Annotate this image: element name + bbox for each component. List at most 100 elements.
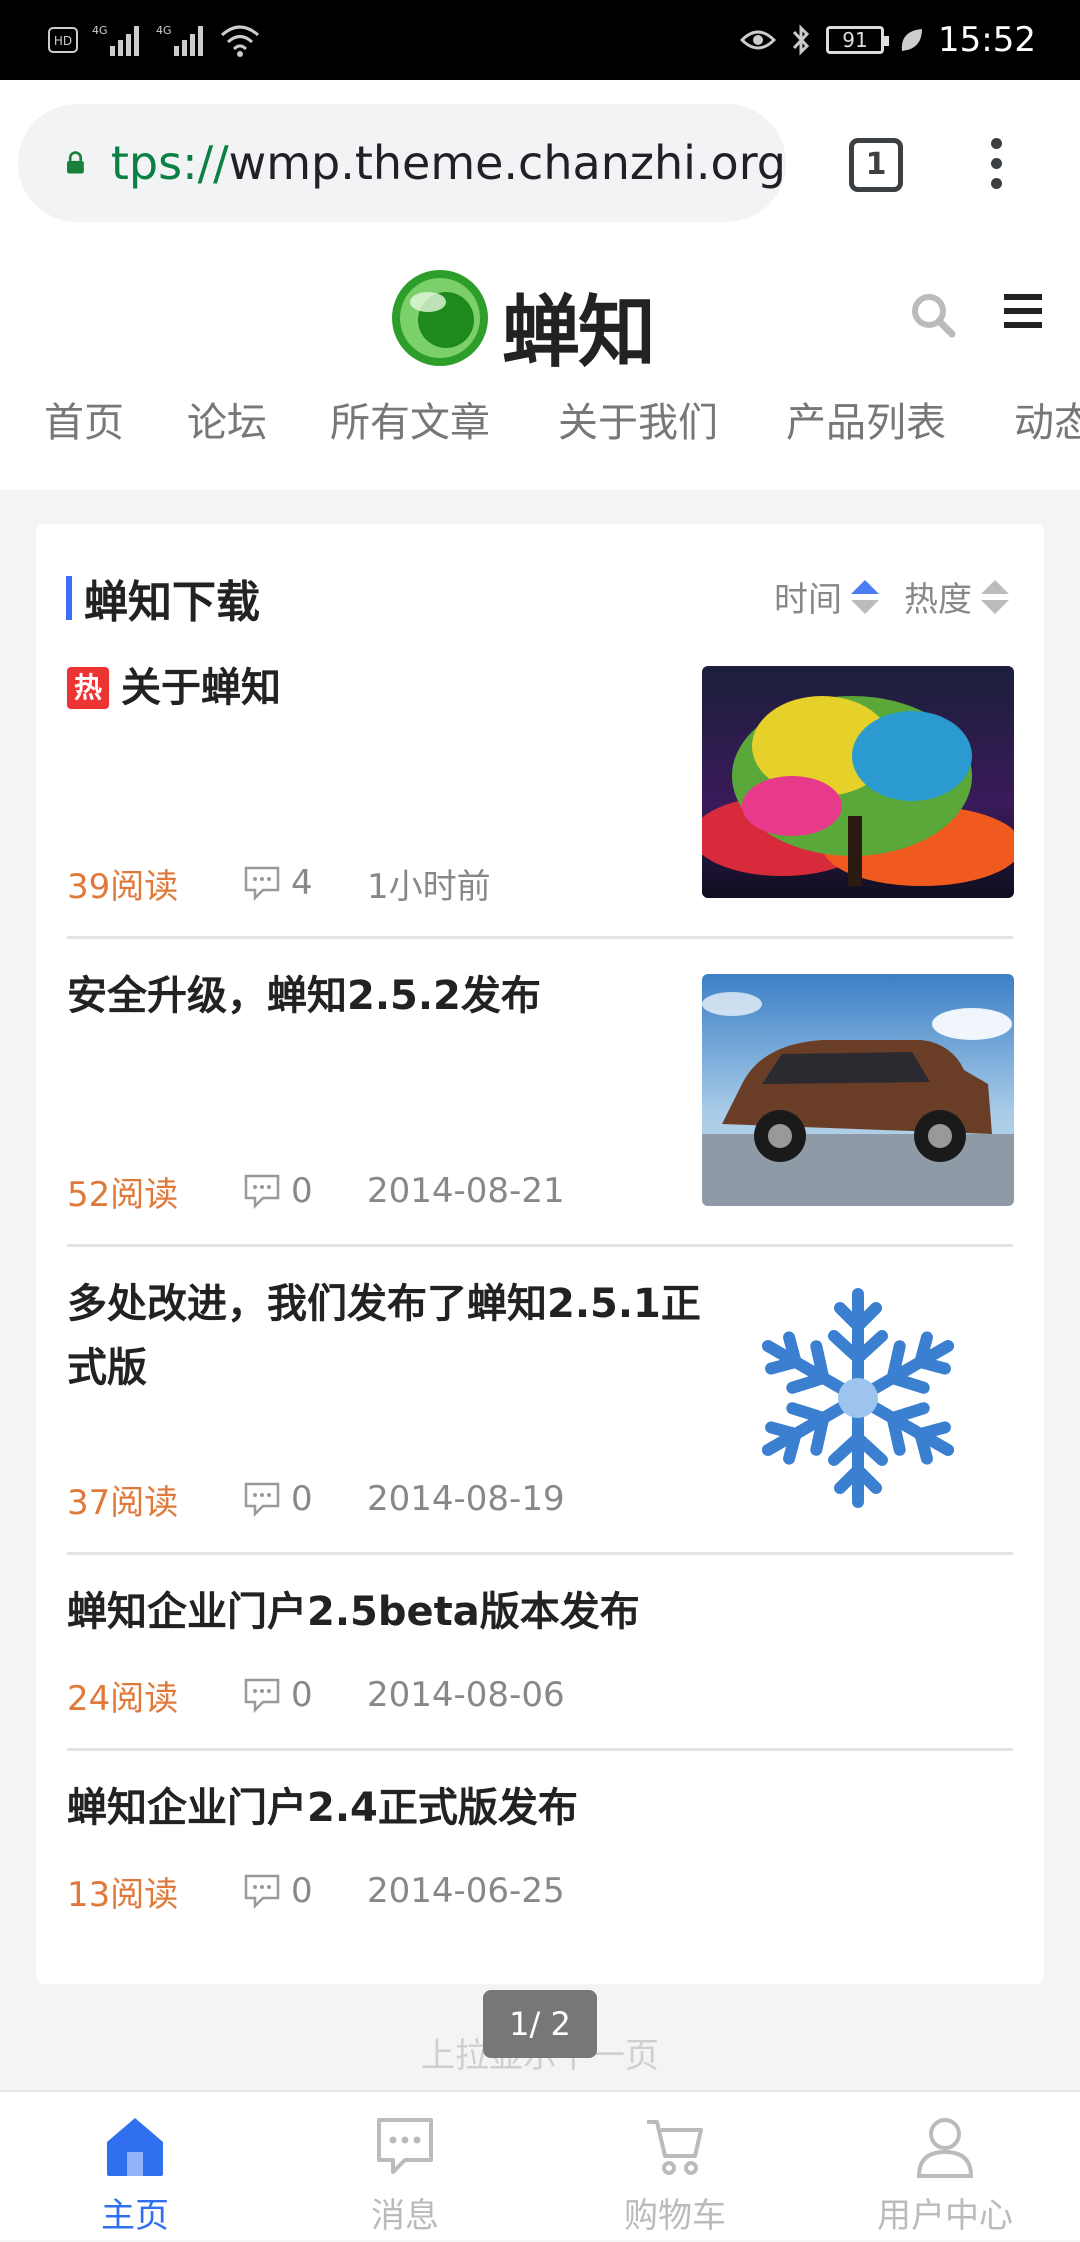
signal-4g-icon: 4G (156, 24, 203, 56)
svg-text:HD: HD (54, 34, 72, 48)
tab-home-label: 主页 (101, 2196, 169, 2236)
leaf-icon (901, 29, 923, 51)
comment-icon (244, 1174, 280, 1209)
article-meta: 52阅读 0 2014-08-21 (67, 1166, 565, 1216)
address-bar[interactable]: tps://wmp.theme.chanzhi.org (18, 104, 786, 222)
svg-text:4G: 4G (156, 24, 172, 37)
read-count: 52阅读 (67, 1174, 179, 1215)
site-nav: 首页 论坛 所有文章 关于我们 产品列表 动态 (0, 390, 1080, 460)
home-icon (107, 2118, 163, 2176)
section-title: 蝉知下载 (84, 577, 260, 628)
list-divider (67, 1748, 1013, 1751)
url-scheme: tps:// (110, 136, 229, 190)
article-thumbnail[interactable] (702, 666, 1014, 898)
nav-item-forum[interactable]: 论坛 (187, 390, 267, 448)
tree-painting-image (702, 666, 1014, 898)
article-thumbnail[interactable] (702, 974, 1014, 1206)
article-date: 2014-06-25 (367, 1871, 565, 1911)
comment-count: 0 (243, 1675, 367, 1715)
browser-toolbar: tps://wmp.theme.chanzhi.org 1 (0, 80, 1080, 250)
article-title[interactable]: 热关于蝉知 (67, 656, 707, 720)
tab-home[interactable]: 主页 (0, 2092, 270, 2242)
read-count: 37阅读 (67, 1482, 179, 1523)
comment-icon (244, 866, 280, 901)
nav-item-products[interactable]: 产品列表 (786, 390, 946, 448)
battery-icon: 91 (826, 26, 890, 54)
article-date: 1小时前 (367, 866, 491, 907)
comment-icon (244, 1874, 280, 1909)
sort-by-hot[interactable]: 热度 (904, 572, 1012, 621)
article-meta: 24阅读 0 2014-08-06 (67, 1670, 565, 1720)
article-title[interactable]: 蝉知企业门户2.5beta版本发布 (67, 1580, 967, 1644)
tab-cart-label: 购物车 (624, 2196, 726, 2236)
search-icon[interactable] (908, 290, 958, 340)
section-accent-bar (66, 576, 72, 620)
article-date: 2014-08-06 (367, 1675, 565, 1715)
nav-item-articles[interactable]: 所有文章 (330, 390, 490, 448)
status-time: 15:52 (938, 20, 1036, 60)
nav-item-about[interactable]: 关于我们 (558, 390, 718, 448)
nav-item-home[interactable]: 首页 (44, 390, 124, 448)
site-header: 蝉知 首页 论坛 所有文章 关于我们 产品列表 动态 (0, 250, 1080, 490)
sort-time-label: 时间 (774, 580, 842, 620)
comment-icon (244, 1678, 280, 1713)
article-title[interactable]: 多处改进，我们发布了蝉知2.5.1正式版 (67, 1272, 707, 1400)
page-indicator: 1/ 2 (483, 1990, 597, 2058)
read-count: 24阅读 (67, 1678, 179, 1719)
sort-arrows-icon (978, 578, 1012, 616)
status-right: 91 15:52 (740, 18, 1036, 62)
article-meta: 37阅读 0 2014-08-19 (67, 1474, 565, 1524)
bluetooth-icon (792, 24, 810, 56)
list-divider (67, 936, 1013, 939)
article-date: 2014-08-21 (367, 1171, 565, 1211)
comment-count: 4 (243, 863, 367, 903)
article-title[interactable]: 安全升级，蝉知2.5.2发布 (67, 964, 707, 1028)
article-thumbnail[interactable] (702, 1282, 1014, 1514)
car-image (702, 974, 1014, 1206)
hd-icon: HD (48, 27, 78, 53)
status-left: HD 4G 4G (48, 18, 260, 62)
article-title-text: 关于蝉知 (121, 665, 281, 711)
eye-icon (740, 30, 777, 50)
sort-by-time[interactable]: 时间 (774, 572, 882, 621)
article-list-card: 蝉知下载 时间 热度 热关于蝉知 39阅读 4 1小时前 安全升级，蝉知2.5.… (36, 524, 1044, 1984)
message-icon (377, 2118, 433, 2174)
lock-icon (67, 151, 84, 174)
url-host: wmp.theme.chanzhi.org (228, 136, 786, 190)
site-logo[interactable]: 蝉知 (390, 262, 700, 378)
wifi-icon (221, 25, 259, 57)
tab-messages[interactable]: 消息 (270, 2092, 540, 2242)
comment-icon (244, 1482, 280, 1517)
logo-text: 蝉知 (502, 288, 656, 378)
sort-hot-label: 热度 (904, 580, 972, 620)
more-menu-icon[interactable] (978, 138, 1014, 194)
comment-count: 0 (243, 1171, 367, 1211)
article-meta: 13阅读 0 2014-06-25 (67, 1866, 565, 1916)
nav-item-dynamics[interactable]: 动态 (1014, 390, 1080, 448)
comment-count: 0 (243, 1479, 367, 1519)
tab-switcher-button[interactable]: 1 (849, 138, 903, 192)
article-title[interactable]: 蝉知企业门户2.4正式版发布 (67, 1776, 967, 1840)
comment-count: 0 (243, 1871, 367, 1911)
tab-user-center[interactable]: 用户中心 (810, 2092, 1080, 2242)
tab-messages-label: 消息 (371, 2196, 439, 2236)
url-text: tps://wmp.theme.chanzhi.org (111, 136, 786, 190)
status-bar: HD 4G 4G 91 15:52 (0, 0, 1080, 80)
snowflake-image (761, 1288, 955, 1508)
list-divider (67, 1244, 1013, 1247)
cart-icon (647, 2120, 703, 2175)
user-icon (916, 2118, 974, 2178)
bottom-tab-bar: 主页 消息 购物车 用户中心 (0, 2090, 1080, 2240)
signal-4g-icon: 4G (92, 24, 139, 56)
tab-user-center-label: 用户中心 (877, 2196, 1013, 2236)
logo-mark-icon (392, 270, 488, 366)
tab-cart[interactable]: 购物车 (540, 2092, 810, 2242)
article-date: 2014-08-19 (367, 1479, 565, 1519)
menu-icon[interactable] (1004, 294, 1042, 328)
article-meta: 39阅读 4 1小时前 (67, 858, 491, 908)
hot-badge: 热 (67, 667, 109, 709)
read-count: 13阅读 (67, 1874, 179, 1915)
list-divider (67, 1552, 1013, 1555)
sort-arrows-icon (848, 578, 882, 616)
svg-text:4G: 4G (92, 24, 108, 37)
